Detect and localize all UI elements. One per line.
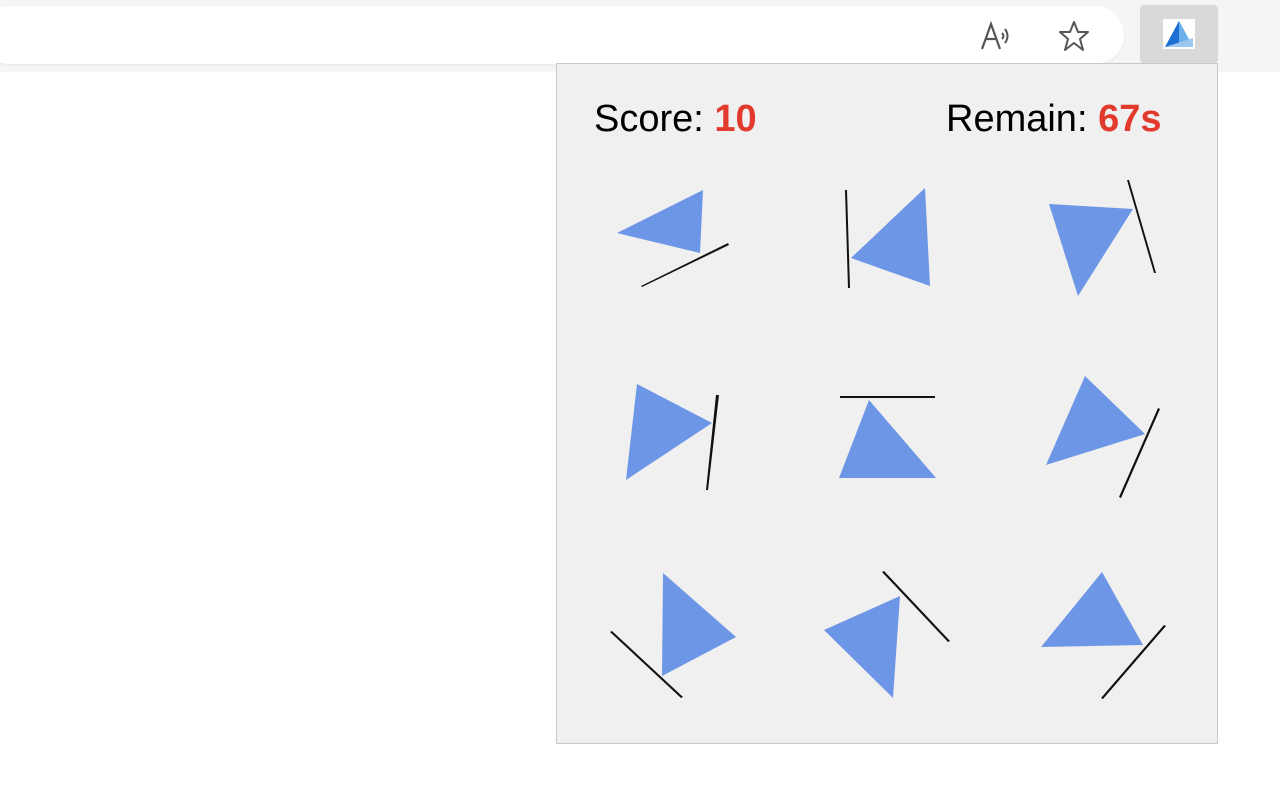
triangle-piece[interactable] <box>1046 376 1145 465</box>
edge-line <box>706 395 719 490</box>
triangle-piece[interactable] <box>662 573 736 676</box>
grid-cell[interactable] <box>617 190 729 287</box>
edge-line <box>641 243 729 287</box>
edge-line <box>840 396 935 398</box>
edge-line <box>845 190 850 288</box>
triangle-piece[interactable] <box>839 400 936 478</box>
grid-cell[interactable] <box>839 396 936 478</box>
grid-cell[interactable] <box>845 188 930 288</box>
grid-cell[interactable] <box>1046 376 1160 498</box>
game-board <box>610 180 1166 699</box>
triangle-piece[interactable] <box>1041 572 1143 647</box>
grid-cell[interactable] <box>1041 572 1166 699</box>
triangle-piece[interactable] <box>626 384 712 480</box>
triangle-piece[interactable] <box>617 190 703 253</box>
grid-cell[interactable] <box>626 384 719 490</box>
grid-cell[interactable] <box>610 573 736 698</box>
edge-line <box>1127 180 1156 273</box>
triangle-piece[interactable] <box>851 188 930 286</box>
triangle-piece[interactable] <box>824 596 900 698</box>
grid-cell[interactable] <box>824 571 950 698</box>
triangle-piece[interactable] <box>1049 204 1133 296</box>
grid-cell[interactable] <box>1049 180 1156 296</box>
